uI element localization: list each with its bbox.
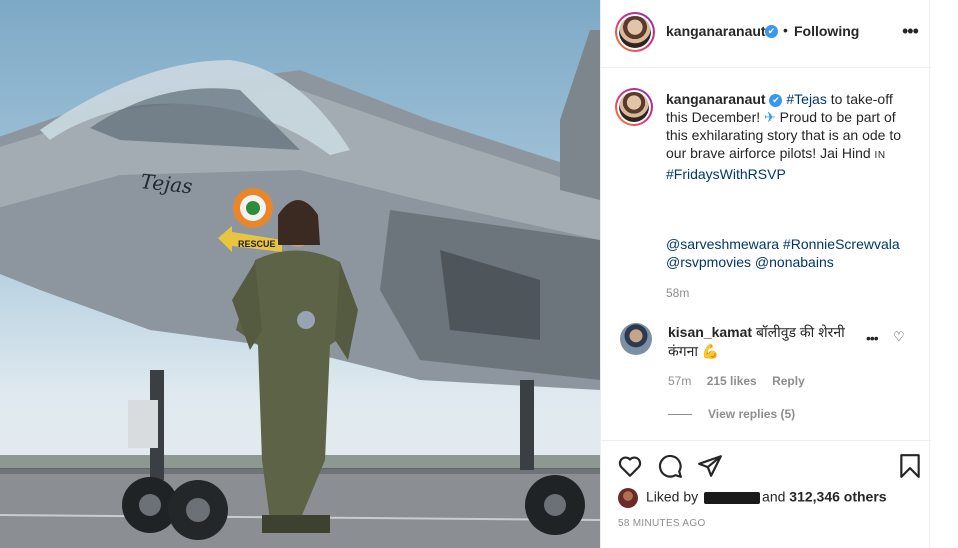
comment-text: kisan_kamat बॉलीवुड की शेरनी कंगना 💪 bbox=[668, 323, 873, 361]
post-age-timestamp[interactable]: 58 MINUTES AGO bbox=[618, 518, 706, 529]
comment-bubble-icon[interactable] bbox=[657, 453, 683, 479]
more-options-icon[interactable]: ••• bbox=[902, 22, 919, 40]
liked-by-prefix: Liked by bbox=[646, 488, 699, 505]
paper-plane-share-icon[interactable] bbox=[697, 453, 723, 479]
mention-sarveshmewara[interactable]: @sarveshmewara bbox=[666, 236, 779, 252]
comment-more-icon[interactable]: ••• bbox=[866, 330, 879, 346]
following-button[interactable]: Following bbox=[794, 23, 859, 39]
mention-nonabains[interactable]: @nonabains bbox=[755, 254, 834, 270]
view-replies-button[interactable]: View replies (5) bbox=[668, 407, 795, 421]
hashtag-tejas[interactable]: #Tejas bbox=[786, 91, 826, 107]
post-header: kanganaranaut ✔ • Following ••• bbox=[601, 0, 931, 68]
post-side-panel: kanganaranaut ✔ • Following ••• kanganar… bbox=[600, 0, 931, 548]
caption-mentions: @sarveshmewara #RonnieScrewvala @rsvpmov… bbox=[666, 235, 914, 271]
commenter-username[interactable]: kisan_kamat bbox=[668, 324, 752, 340]
post-actions: Liked by and 312,346 others 58 MINUTES A… bbox=[601, 440, 931, 548]
verified-badge-icon: ✔ bbox=[765, 25, 778, 38]
caption-username[interactable]: kanganaranaut bbox=[666, 91, 766, 107]
hashtag-fridays-with-rsvp[interactable]: #FridaysWithRSVP bbox=[666, 166, 786, 182]
hashtag-ronnie-screwvala[interactable]: #RonnieScrewvala bbox=[783, 236, 900, 252]
comment-timestamp[interactable]: 57m bbox=[668, 374, 691, 388]
liked-by-summary: Liked by and 312,346 others bbox=[618, 488, 887, 508]
separator-dot: • bbox=[783, 22, 788, 38]
liker-avatar[interactable] bbox=[618, 488, 638, 508]
others-likes-count[interactable]: 312,346 others bbox=[789, 489, 886, 505]
comment-likes[interactable]: 215 likes bbox=[707, 374, 757, 388]
author-avatar[interactable] bbox=[615, 12, 655, 52]
view-replies-label: View replies (5) bbox=[708, 407, 796, 421]
commenter-avatar[interactable] bbox=[620, 323, 652, 355]
airplane-emoji-icon: ✈ bbox=[764, 109, 776, 125]
replies-divider-line bbox=[668, 414, 692, 416]
tejas-jet-illustration: Tejas RESCUE bbox=[0, 30, 600, 548]
author-username[interactable]: kanganaranaut bbox=[666, 23, 766, 39]
flexed-biceps-emoji-icon: 💪 bbox=[701, 343, 720, 359]
caption-timestamp[interactable]: 58m bbox=[666, 286, 689, 300]
mention-rsvpmovies[interactable]: @rsvpmovies bbox=[666, 254, 751, 270]
comment-meta: 57m 215 likes Reply bbox=[668, 374, 817, 388]
comment-reply-button[interactable]: Reply bbox=[772, 374, 805, 388]
heart-icon[interactable] bbox=[617, 453, 643, 479]
verified-badge-icon: ✔ bbox=[769, 93, 783, 107]
post-image[interactable]: Tejas RESCUE bbox=[0, 0, 600, 548]
caption-text: kanganaranaut ✔ #Tejas to take-off this … bbox=[666, 90, 914, 183]
in-text: IN bbox=[874, 150, 886, 161]
caption-author-avatar[interactable] bbox=[615, 88, 653, 126]
liked-by-and: and bbox=[762, 488, 786, 505]
redacted-username bbox=[704, 492, 761, 504]
comment-like-heart-icon[interactable]: ♡ bbox=[893, 329, 905, 345]
bookmark-save-icon[interactable] bbox=[897, 453, 923, 479]
rescue-label: RESCUE bbox=[238, 239, 276, 249]
